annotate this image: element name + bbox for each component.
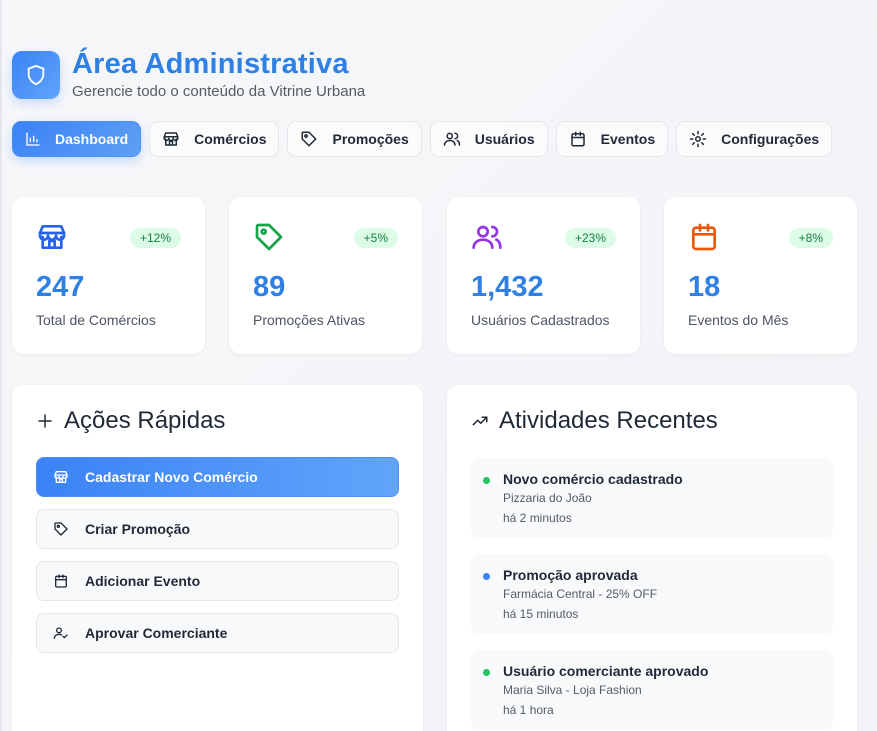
stat-value: 247 (36, 271, 85, 303)
tag-icon (54, 522, 68, 536)
tag-icon (253, 221, 285, 258)
tab-label: Dashboard (55, 131, 129, 147)
status-dot (483, 477, 490, 484)
create-promotion-button[interactable]: Criar Promoção (36, 509, 399, 549)
change-badge: +5% (353, 228, 398, 248)
activity-description: Maria Silva - Loja Fashion (503, 683, 642, 697)
tab-label: Eventos (600, 131, 656, 147)
store-icon (54, 471, 68, 483)
page-subtitle: Gerencie todo o conteúdo da Vitrine Urba… (72, 83, 366, 100)
activity-item: Usuário comerciante aprovado Maria Silva… (471, 650, 833, 730)
page-header: Área Administrativa Gerencie todo o cont… (12, 46, 365, 100)
activity-time: há 2 minutos (503, 511, 572, 525)
tab-eventos[interactable]: Eventos (555, 121, 669, 157)
plus-icon (38, 414, 52, 428)
nav-tabs: Dashboard Comércios Promoções Usuários E… (12, 121, 840, 157)
activity-time: há 1 hora (503, 703, 554, 717)
recent-activity-title: Atividades Recentes (471, 407, 718, 435)
tag-icon (301, 131, 317, 147)
button-label: Cadastrar Novo Comércio (85, 469, 258, 485)
panel-title-text: Ações Rápidas (64, 407, 226, 434)
tab-label: Configurações (721, 131, 820, 147)
store-icon (36, 221, 68, 258)
change-badge: +12% (129, 228, 181, 248)
approve-merchant-button[interactable]: Aprovar Comerciante (36, 613, 399, 653)
tab-usuarios[interactable]: Usuários (429, 121, 548, 157)
users-icon (471, 221, 503, 258)
stat-card-eventos: +8% 18 Eventos do Mês (664, 197, 857, 354)
change-badge: +8% (788, 228, 833, 248)
activity-title: Novo comércio cadastrado (503, 471, 683, 487)
status-dot (483, 669, 490, 676)
quick-actions-panel: Ações Rápidas Cadastrar Novo Comércio Cr… (12, 385, 423, 731)
calendar-icon (570, 131, 585, 147)
tab-label: Comércios (194, 131, 267, 147)
add-event-button[interactable]: Adicionar Evento (36, 561, 399, 601)
activity-description: Farmácia Central - 25% OFF (503, 587, 658, 601)
bar-chart-icon (26, 132, 40, 146)
button-label: Aprovar Comerciante (85, 625, 228, 641)
stat-card-comercios: +12% 247 Total de Comércios (12, 197, 205, 354)
stat-value: 18 (688, 271, 721, 303)
button-label: Adicionar Evento (85, 573, 201, 589)
activity-title: Usuário comerciante aprovado (503, 663, 709, 679)
stat-card-usuarios: +23% 1,432 Usuários Cadastrados (447, 197, 640, 354)
shield-icon (12, 51, 60, 99)
tab-dashboard[interactable]: Dashboard (12, 121, 142, 157)
stat-label: Eventos do Mês (688, 312, 789, 328)
activity-title: Promoção aprovada (503, 567, 638, 583)
panel-title-text: Atividades Recentes (499, 407, 718, 434)
stat-value: 89 (253, 271, 286, 303)
left-border (0, 0, 2, 731)
user-check-icon (53, 627, 68, 639)
stat-label: Promoções Ativas (253, 312, 366, 328)
register-store-button[interactable]: Cadastrar Novo Comércio (36, 457, 399, 497)
tab-promocoes[interactable]: Promoções (287, 121, 422, 157)
stat-card-promocoes: +5% 89 Promoções Ativas (229, 197, 422, 354)
tab-comercios[interactable]: Comércios (149, 121, 280, 157)
button-label: Criar Promoção (85, 521, 191, 537)
activity-time: há 15 minutos (503, 607, 579, 621)
tab-label: Promoções (332, 131, 409, 147)
store-icon (163, 132, 179, 146)
tab-label: Usuários (474, 131, 535, 147)
trending-up-icon (472, 416, 488, 426)
calendar-icon (688, 221, 720, 258)
stat-value: 1,432 (471, 271, 544, 303)
calendar-icon (55, 574, 67, 588)
stat-label: Total de Comércios (36, 312, 156, 328)
activity-item: Novo comércio cadastrado Pizzaria do Joã… (471, 458, 833, 538)
quick-actions-title: Ações Rápidas (36, 407, 225, 435)
users-icon (443, 132, 460, 146)
activity-description: Pizzaria do João (503, 491, 592, 505)
recent-activity-panel: Atividades Recentes Novo comércio cadast… (447, 385, 857, 731)
page-title: Área Administrativa (72, 48, 349, 80)
gear-icon (689, 130, 707, 148)
status-dot (483, 573, 490, 580)
stat-label: Usuários Cadastrados (471, 312, 610, 328)
change-badge: +23% (564, 228, 616, 248)
activity-item: Promoção aprovada Farmácia Central - 25%… (471, 554, 833, 634)
tab-configuracoes[interactable]: Configurações (676, 121, 833, 157)
